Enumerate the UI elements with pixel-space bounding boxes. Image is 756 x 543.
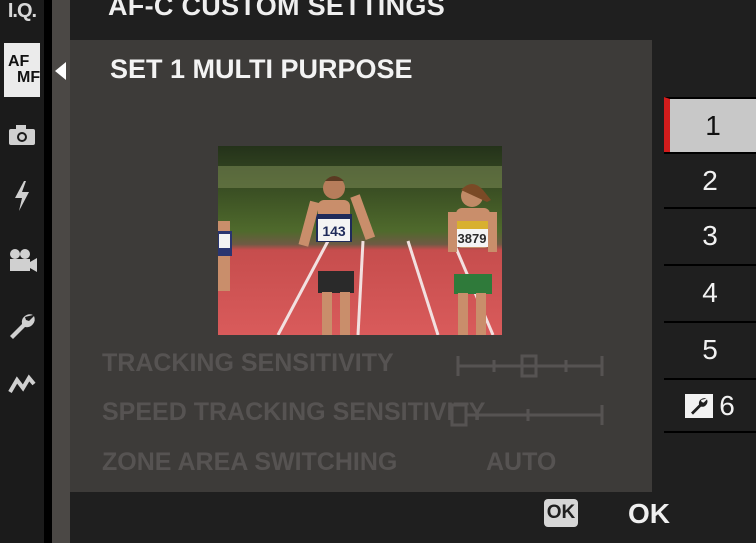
tab-iq-label: I.Q. bbox=[7, 0, 37, 22]
flash-icon bbox=[15, 181, 29, 211]
preset-title: SET 1 MULTI PURPOSE bbox=[110, 54, 413, 84]
list-gap bbox=[652, 40, 664, 492]
preset-item-3[interactable]: 3 bbox=[664, 207, 756, 262]
preset-item-1[interactable]: 1 bbox=[664, 97, 756, 152]
camera-icon bbox=[9, 125, 35, 145]
preset-item-4[interactable]: 4 bbox=[664, 264, 756, 319]
tracking-sensitivity-slider bbox=[456, 354, 604, 378]
wrench-icon bbox=[10, 314, 35, 339]
preset-item-5[interactable]: 5 bbox=[664, 321, 756, 376]
tab-af-mf[interactable]: AF MF bbox=[0, 42, 44, 98]
settings-panel: SET 1 MULTI PURPOSE 143 3879 TRACKING SE… bbox=[70, 40, 652, 492]
menu-tab-rail: I.Q. AF MF bbox=[0, 0, 44, 543]
tab-setup[interactable] bbox=[0, 308, 44, 344]
speed-tracking-sensitivity-label: SPEED TRACKING SENSITIVITY bbox=[102, 398, 486, 426]
tracking-sensitivity-label: TRACKING SENSITIVITY bbox=[102, 349, 394, 377]
zone-area-switching-label: ZONE AREA SWITCHING bbox=[102, 448, 398, 476]
ok-button[interactable]: OK bbox=[628, 498, 670, 530]
zone-area-switching-value: AUTO bbox=[486, 448, 557, 476]
footer-bar: OK OK bbox=[70, 492, 756, 543]
active-tab-pointer-icon bbox=[55, 62, 66, 80]
svg-text:3879: 3879 bbox=[458, 231, 487, 246]
page-title: AF-C CUSTOM SETTINGS bbox=[108, 0, 446, 21]
movie-camera-icon bbox=[10, 249, 37, 272]
tab-connection[interactable] bbox=[0, 370, 44, 400]
header-bar: AF-C CUSTOM SETTINGS bbox=[70, 0, 756, 40]
connection-icon bbox=[8, 374, 36, 394]
rail-strip bbox=[52, 0, 70, 543]
tab-shooting[interactable] bbox=[0, 118, 44, 152]
af-mf-icon: AF MF bbox=[4, 43, 40, 97]
camera-menu-screen: I.Q. AF MF AF-C CUSTOM SETTINGS SET 1 MU… bbox=[0, 0, 756, 543]
wrench-icon bbox=[685, 393, 714, 418]
speed-tracking-sensitivity-slider bbox=[450, 403, 604, 427]
svg-text:143: 143 bbox=[322, 223, 346, 239]
tab-flash[interactable] bbox=[0, 178, 44, 214]
preset-list: 1 2 3 4 5 6 bbox=[664, 40, 756, 492]
tab-movie[interactable] bbox=[0, 244, 44, 278]
sample-photo-runners: 143 3879 bbox=[218, 146, 502, 335]
ok-button-icon: OK bbox=[544, 499, 578, 527]
tab-image-quality[interactable]: I.Q. bbox=[0, 0, 44, 26]
rail-divider bbox=[44, 0, 52, 543]
preset-item-6[interactable]: 6 bbox=[664, 378, 756, 433]
preset-item-2[interactable]: 2 bbox=[664, 152, 756, 207]
